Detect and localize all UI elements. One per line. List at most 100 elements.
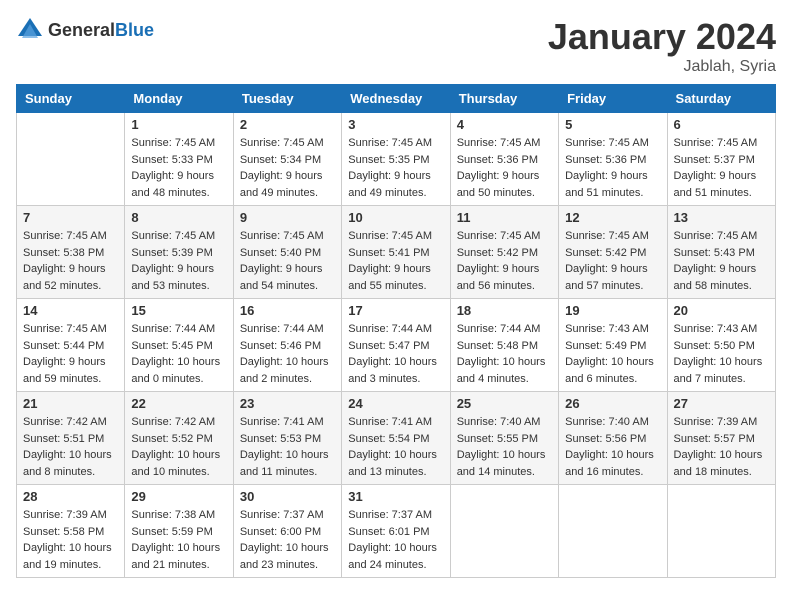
calendar-cell [17,113,125,206]
day-number: 22 [131,396,226,411]
day-number: 23 [240,396,335,411]
day-number: 24 [348,396,443,411]
logo-text: GeneralBlue [48,20,154,41]
header-day-thursday: Thursday [450,85,558,113]
day-number: 13 [674,210,769,225]
calendar-cell [667,485,775,578]
day-number: 27 [674,396,769,411]
day-number: 6 [674,117,769,132]
cell-info: Sunrise: 7:45 AMSunset: 5:43 PMDaylight:… [674,228,769,294]
calendar-cell: 7 Sunrise: 7:45 AMSunset: 5:38 PMDaylight… [17,206,125,299]
day-number: 29 [131,489,226,504]
cell-info: Sunrise: 7:43 AMSunset: 5:49 PMDaylight:… [565,321,660,387]
cell-info: Sunrise: 7:45 AMSunset: 5:42 PMDaylight:… [457,228,552,294]
cell-info: Sunrise: 7:45 AMSunset: 5:37 PMDaylight:… [674,135,769,201]
header-day-sunday: Sunday [17,85,125,113]
calendar-cell: 27 Sunrise: 7:39 AMSunset: 5:57 PMDayligh… [667,392,775,485]
page-header: GeneralBlue January 2024 Jablah, Syria [16,16,776,76]
calendar-cell: 17Sunrise: 7:44 AMSunset: 5:47 PMDayligh… [342,299,450,392]
cell-info: Sunrise: 7:38 AMSunset: 5:59 PMDaylight:… [131,507,226,573]
calendar-cell: 10 Sunrise: 7:45 AMSunset: 5:41 PMDayligh… [342,206,450,299]
cell-info: Sunrise: 7:45 AMSunset: 5:41 PMDaylight:… [348,228,443,294]
day-number: 2 [240,117,335,132]
day-number: 1 [131,117,226,132]
header-day-monday: Monday [125,85,233,113]
cell-info: Sunrise: 7:40 AMSunset: 5:56 PMDaylight:… [565,414,660,480]
cell-info: Sunrise: 7:45 AMSunset: 5:34 PMDaylight:… [240,135,335,201]
cell-info: Sunrise: 7:45 AMSunset: 5:36 PMDaylight:… [565,135,660,201]
day-number: 7 [23,210,118,225]
cell-info: Sunrise: 7:43 AMSunset: 5:50 PMDaylight:… [674,321,769,387]
day-number: 10 [348,210,443,225]
cell-info: Sunrise: 7:42 AMSunset: 5:52 PMDaylight:… [131,414,226,480]
calendar-cell: 29 Sunrise: 7:38 AMSunset: 5:59 PMDayligh… [125,485,233,578]
calendar-cell: 30 Sunrise: 7:37 AMSunset: 6:00 PMDayligh… [233,485,341,578]
day-number: 19 [565,303,660,318]
calendar-cell: 20 Sunrise: 7:43 AMSunset: 5:50 PMDayligh… [667,299,775,392]
calendar-cell: 1 Sunrise: 7:45 AMSunset: 5:33 PMDaylight… [125,113,233,206]
day-number: 4 [457,117,552,132]
cell-info: Sunrise: 7:37 AMSunset: 6:00 PMDaylight:… [240,507,335,573]
day-number: 12 [565,210,660,225]
day-number: 18 [457,303,552,318]
calendar-cell: 4 Sunrise: 7:45 AMSunset: 5:36 PMDaylight… [450,113,558,206]
cell-info: Sunrise: 7:45 AMSunset: 5:42 PMDaylight:… [565,228,660,294]
day-number: 5 [565,117,660,132]
cell-info: Sunrise: 7:44 AMSunset: 5:45 PMDaylight:… [131,321,226,387]
logo: GeneralBlue [16,16,154,44]
calendar-cell: 22 Sunrise: 7:42 AMSunset: 5:52 PMDayligh… [125,392,233,485]
calendar-cell: 13 Sunrise: 7:45 AMSunset: 5:43 PMDayligh… [667,206,775,299]
week-row-1: 1 Sunrise: 7:45 AMSunset: 5:33 PMDaylight… [17,113,776,206]
calendar-cell: 16Sunrise: 7:44 AMSunset: 5:46 PMDayligh… [233,299,341,392]
header-day-tuesday: Tuesday [233,85,341,113]
day-number: 20 [674,303,769,318]
header-day-saturday: Saturday [667,85,775,113]
header-day-friday: Friday [559,85,667,113]
calendar-cell [559,485,667,578]
cell-info: Sunrise: 7:45 AMSunset: 5:33 PMDaylight:… [131,135,226,201]
cell-info: Sunrise: 7:39 AMSunset: 5:57 PMDaylight:… [674,414,769,480]
calendar-cell: 8Sunrise: 7:45 AMSunset: 5:39 PMDaylight… [125,206,233,299]
calendar-cell: 18 Sunrise: 7:44 AMSunset: 5:48 PMDayligh… [450,299,558,392]
logo-general: General [48,20,115,40]
calendar-cell: 25 Sunrise: 7:40 AMSunset: 5:55 PMDayligh… [450,392,558,485]
day-number: 9 [240,210,335,225]
calendar-cell: 26Sunrise: 7:40 AMSunset: 5:56 PMDayligh… [559,392,667,485]
cell-info: Sunrise: 7:41 AMSunset: 5:53 PMDaylight:… [240,414,335,480]
calendar-cell: 24 Sunrise: 7:41 AMSunset: 5:54 PMDayligh… [342,392,450,485]
calendar-cell: 15 Sunrise: 7:44 AMSunset: 5:45 PMDayligh… [125,299,233,392]
cell-info: Sunrise: 7:45 AMSunset: 5:44 PMDaylight:… [23,321,118,387]
calendar-cell: 21Sunrise: 7:42 AMSunset: 5:51 PMDayligh… [17,392,125,485]
location-title: Jablah, Syria [548,58,776,76]
week-row-4: 21Sunrise: 7:42 AMSunset: 5:51 PMDayligh… [17,392,776,485]
calendar-cell: 14Sunrise: 7:45 AMSunset: 5:44 PMDayligh… [17,299,125,392]
calendar-cell: 31Sunrise: 7:37 AMSunset: 6:01 PMDayligh… [342,485,450,578]
calendar-cell: 11 Sunrise: 7:45 AMSunset: 5:42 PMDayligh… [450,206,558,299]
title-block: January 2024 Jablah, Syria [548,16,776,76]
cell-info: Sunrise: 7:45 AMSunset: 5:38 PMDaylight:… [23,228,118,294]
cell-info: Sunrise: 7:44 AMSunset: 5:47 PMDaylight:… [348,321,443,387]
cell-info: Sunrise: 7:45 AMSunset: 5:40 PMDaylight:… [240,228,335,294]
calendar-cell: 12 Sunrise: 7:45 AMSunset: 5:42 PMDayligh… [559,206,667,299]
header-row: SundayMondayTuesdayWednesdayThursdayFrid… [17,85,776,113]
calendar-cell: 2 Sunrise: 7:45 AMSunset: 5:34 PMDaylight… [233,113,341,206]
calendar-cell: 5 Sunrise: 7:45 AMSunset: 5:36 PMDaylight… [559,113,667,206]
cell-info: Sunrise: 7:40 AMSunset: 5:55 PMDaylight:… [457,414,552,480]
day-number: 21 [23,396,118,411]
day-number: 15 [131,303,226,318]
week-row-5: 28Sunrise: 7:39 AMSunset: 5:58 PMDayligh… [17,485,776,578]
logo-icon [16,16,44,44]
day-number: 31 [348,489,443,504]
day-number: 11 [457,210,552,225]
day-number: 30 [240,489,335,504]
cell-info: Sunrise: 7:45 AMSunset: 5:36 PMDaylight:… [457,135,552,201]
cell-info: Sunrise: 7:41 AMSunset: 5:54 PMDaylight:… [348,414,443,480]
calendar-table: SundayMondayTuesdayWednesdayThursdayFrid… [16,84,776,578]
day-number: 8 [131,210,226,225]
day-number: 25 [457,396,552,411]
day-number: 3 [348,117,443,132]
calendar-cell: 19 Sunrise: 7:43 AMSunset: 5:49 PMDayligh… [559,299,667,392]
day-number: 16 [240,303,335,318]
calendar-cell: 23 Sunrise: 7:41 AMSunset: 5:53 PMDayligh… [233,392,341,485]
cell-info: Sunrise: 7:44 AMSunset: 5:48 PMDaylight:… [457,321,552,387]
